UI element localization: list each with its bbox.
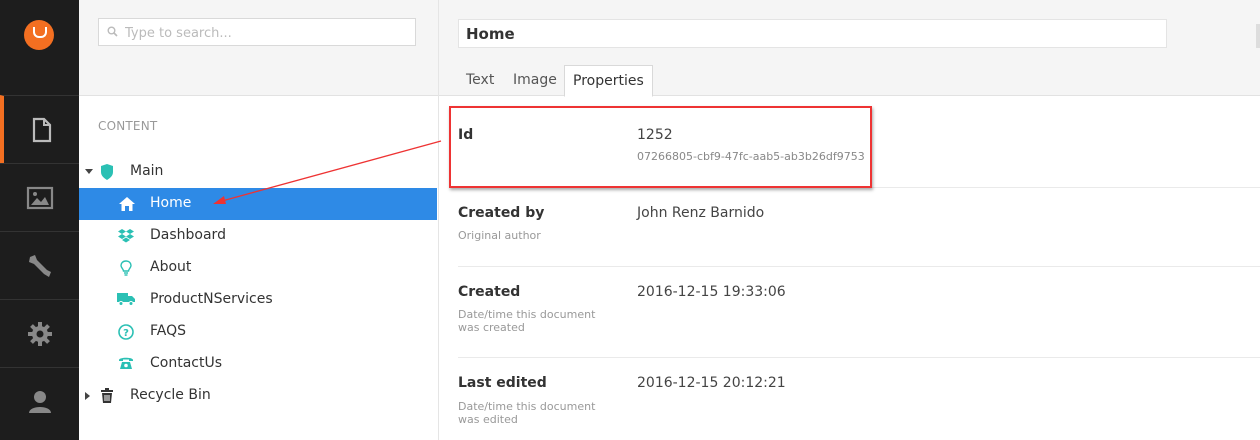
annotation-arrow xyxy=(213,140,442,204)
